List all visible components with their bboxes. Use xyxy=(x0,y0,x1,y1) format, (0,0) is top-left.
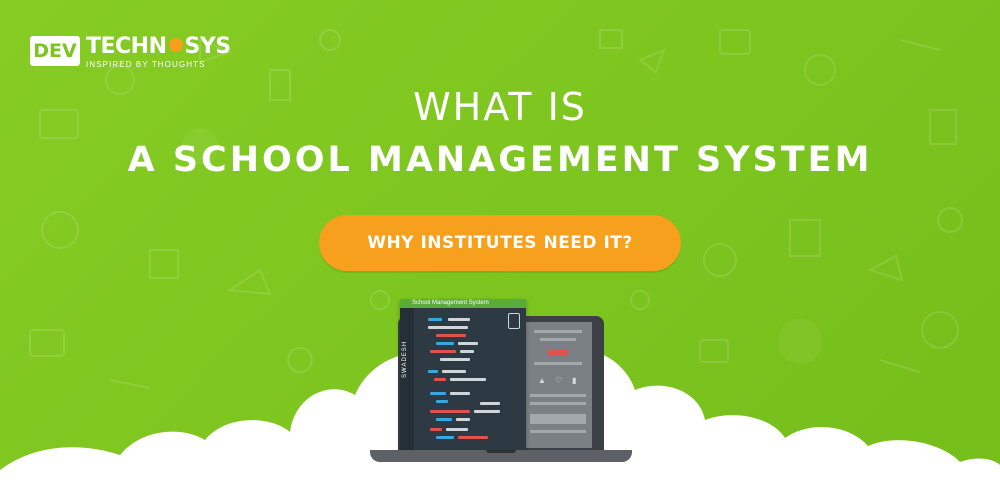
code-line xyxy=(428,326,468,329)
code-line xyxy=(480,402,500,405)
code-line xyxy=(458,436,488,439)
code-line xyxy=(460,350,474,353)
logo-tagline: INSPIRED BY THOUGHTS xyxy=(86,60,206,69)
code-line xyxy=(428,318,442,321)
heading-line-1: WHAT IS xyxy=(413,85,587,129)
code-line xyxy=(474,410,500,413)
code-line xyxy=(436,400,448,403)
code-line xyxy=(436,436,454,439)
code-line xyxy=(456,418,470,421)
panel-line xyxy=(530,402,586,405)
building-icon xyxy=(508,313,520,329)
code-line xyxy=(430,392,446,395)
gear-icon xyxy=(168,38,183,52)
window-sidebar: SWADESH xyxy=(400,308,414,451)
code-line xyxy=(430,410,470,413)
sidebar-label: SWADESH xyxy=(402,340,408,378)
why-institutes-button[interactable]: WHY INSTITUTES NEED IT? xyxy=(319,215,681,271)
panel-line xyxy=(530,394,586,397)
logo-main-second: SYS xyxy=(184,34,232,59)
chart-icon: ▮ xyxy=(572,376,577,385)
logo-main-first: TECHN xyxy=(86,34,167,59)
logo-main-text: TECHN SYS xyxy=(86,36,231,58)
code-line xyxy=(458,342,478,345)
heading-line-2: A SCHOOL MANAGEMENT SYSTEM xyxy=(127,140,873,180)
code-line xyxy=(448,318,470,321)
code-line xyxy=(436,342,454,345)
heart-icon: ♡ xyxy=(555,376,563,385)
logo-dev-badge: DEV xyxy=(30,36,80,66)
graduation-icon: ▲ xyxy=(538,376,546,385)
code-line xyxy=(450,378,486,381)
code-line xyxy=(442,370,466,373)
code-line xyxy=(430,428,442,431)
panel-line xyxy=(540,338,576,341)
window-title: School Management System xyxy=(400,299,526,308)
code-line xyxy=(428,370,438,373)
code-line xyxy=(434,378,446,381)
code-line xyxy=(440,358,470,361)
panel-line xyxy=(530,430,586,433)
code-line xyxy=(446,428,468,431)
panel-highlight xyxy=(548,350,568,356)
code-line xyxy=(450,392,470,395)
panel-block xyxy=(530,414,586,424)
code-line xyxy=(430,350,456,353)
code-line xyxy=(436,418,452,421)
brand-logo[interactable]: DEV TECHN SYS INSPIRED BY THOUGHTS xyxy=(30,36,231,70)
panel-line xyxy=(534,362,582,365)
code-line xyxy=(436,334,466,337)
laptop-notch xyxy=(486,450,516,453)
logo-wordmark: TECHN SYS INSPIRED BY THOUGHTS xyxy=(86,36,231,70)
panel-line xyxy=(534,330,582,333)
